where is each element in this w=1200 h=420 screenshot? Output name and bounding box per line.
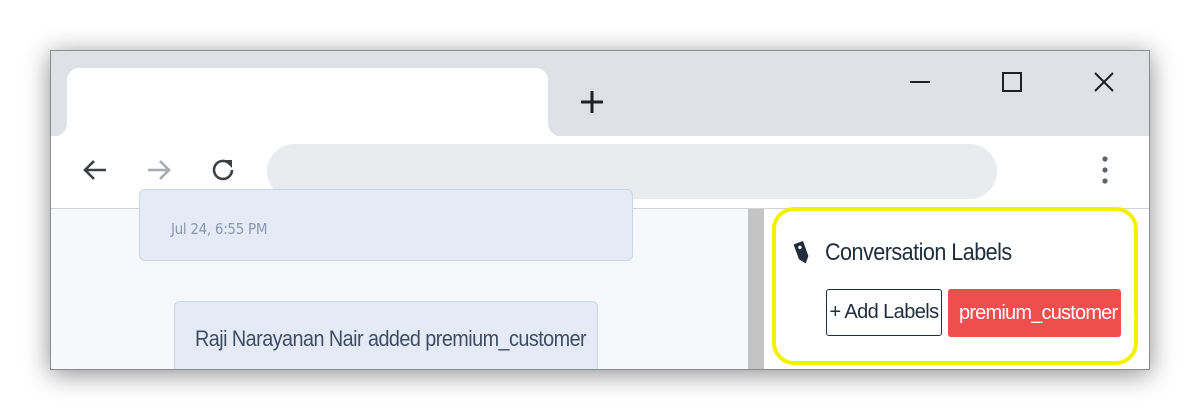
maximize-button[interactable] [997,67,1027,97]
tag-icon [794,241,809,264]
label-chip-text: premium_customer [959,301,1118,324]
tab-strip [51,51,1149,137]
message-bubble: Jul 24, 6:55 PM [139,189,633,261]
forward-button[interactable] [143,154,175,186]
new-tab-button[interactable] [577,87,607,117]
more-vert-icon [1102,156,1108,184]
label-chip: premium_customer X [948,289,1135,337]
maximize-icon [1002,72,1022,92]
minimize-icon [910,81,930,83]
activity-text: Raji Narayanan Nair added premium_custom… [195,326,587,351]
plus-icon [581,91,603,113]
back-arrow-icon [83,160,106,180]
remove-label-button[interactable]: X [1121,301,1135,325]
back-button[interactable] [79,154,111,186]
conversation-panel[interactable]: Jul 24, 6:55 PM Raji Narayanan Nair adde… [51,189,748,369]
panel-scrollbar[interactable] [748,209,764,369]
browser-window: Jul 24, 6:55 PM Raji Narayanan Nair adde… [50,50,1150,370]
browser-menu-button[interactable] [1091,152,1119,188]
conversation-sidebar: Conversation Labels + Add Labels premium… [764,207,1149,369]
minimize-button[interactable] [905,67,935,97]
reload-icon [212,159,234,181]
activity-message: Raji Narayanan Nair added premium_custom… [174,301,598,369]
close-icon [1094,72,1114,92]
forward-arrow-icon [148,160,171,180]
message-timestamp: Jul 24, 6:55 PM [171,220,268,238]
close-window-button[interactable] [1089,67,1119,97]
add-labels-button[interactable]: + Add Labels [826,289,942,336]
highlight-box [772,207,1138,365]
active-tab[interactable] [67,68,548,137]
reload-button[interactable] [207,154,239,186]
page-content: Jul 24, 6:55 PM Raji Narayanan Nair adde… [51,189,1149,369]
labels-section-title: Conversation Labels [825,239,1012,266]
